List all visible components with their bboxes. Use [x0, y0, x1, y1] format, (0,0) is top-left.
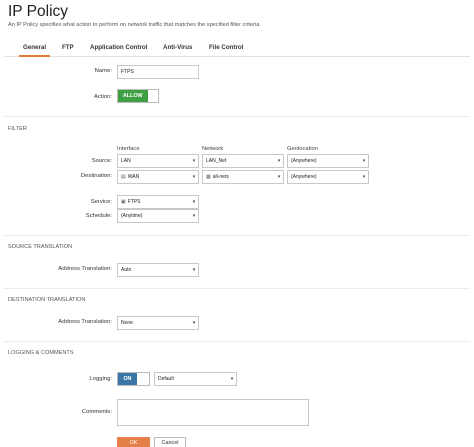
chevron-down-icon: ▾ [192, 320, 196, 326]
column-interface: Interface [117, 146, 140, 152]
chevron-down-icon: ▾ [192, 174, 196, 180]
tab-application-control[interactable]: Application Control [90, 44, 147, 51]
destination-network-select[interactable]: ▦ all-nets ▾ [202, 170, 284, 184]
service-label: Service: [90, 199, 112, 205]
name-label: Name: [94, 68, 112, 74]
destination-translation-divider [4, 288, 470, 289]
filter-divider [4, 116, 470, 117]
destination-geolocation-value: (Anywhere) [291, 174, 317, 180]
chevron-down-icon: ▾ [277, 158, 281, 164]
chevron-down-icon: ▾ [192, 199, 196, 205]
active-tab-indicator [19, 55, 50, 57]
logging-label: Logging: [89, 376, 112, 382]
service-icon: ▣ [121, 199, 126, 205]
tab-ftp[interactable]: FTP [62, 44, 74, 51]
source-address-translation-label: Address Translation: [58, 266, 112, 272]
destination-network-value: all-nets [212, 174, 229, 180]
destination-address-translation-value: None [121, 320, 133, 326]
source-geolocation-select[interactable]: (Anywhere) ▾ [287, 154, 369, 168]
logging-toggle[interactable]: ON [117, 372, 150, 386]
page-title: IP Policy [8, 3, 69, 20]
schedule-value: (Anytime) [121, 213, 143, 219]
logging-divider [4, 341, 470, 342]
destination-interface-value: WAN [127, 174, 140, 180]
schedule-select[interactable]: (Anytime) ▾ [117, 209, 199, 223]
filter-section-title: FILTER [8, 126, 27, 132]
destination-address-translation-label: Address Translation: [58, 319, 112, 325]
service-select[interactable]: ▣ FTPS ▾ [117, 195, 199, 209]
name-field[interactable]: FTPS [117, 65, 199, 79]
source-address-translation-value: Auto [121, 267, 132, 273]
ok-button[interactable]: OK [117, 437, 150, 447]
schedule-label: Schedule: [85, 213, 112, 219]
cancel-button[interactable]: Cancel [154, 437, 186, 447]
logging-severity-value: Default [158, 376, 174, 382]
chevron-down-icon: ▾ [362, 174, 366, 180]
action-toggle[interactable]: ALLOW [117, 89, 159, 103]
source-label: Source: [91, 158, 112, 164]
chevron-down-icon: ▾ [192, 158, 196, 164]
logging-section-title: LOGGING & COMMENTS [8, 350, 74, 356]
chevron-down-icon: ▾ [230, 376, 234, 382]
destination-interface-select[interactable]: ▤ WAN ▾ [117, 170, 199, 184]
action-toggle-knob [147, 90, 158, 102]
source-address-translation-select[interactable]: Auto ▾ [117, 263, 199, 277]
comments-textarea[interactable] [117, 399, 309, 426]
tab-file-control[interactable]: File Control [209, 44, 243, 51]
tab-anti-virus[interactable]: Anti-Virus [163, 44, 192, 51]
destination-translation-section-title: DESTINATION TRANSLATION [8, 297, 86, 303]
logging-severity-select[interactable]: Default ▾ [154, 372, 237, 386]
destination-label: Destination: [80, 173, 112, 179]
column-network: Network [202, 146, 224, 152]
chevron-down-icon: ▾ [192, 267, 196, 273]
chevron-down-icon: ▾ [277, 174, 281, 180]
source-interface-value: LAN [121, 158, 131, 164]
destination-address-translation-select[interactable]: None ▾ [117, 316, 199, 330]
action-label: Action: [93, 94, 112, 100]
interface-icon: ▤ [121, 174, 126, 180]
column-geolocation: Geolocation [287, 146, 318, 152]
source-network-value: LAN_Net [206, 158, 227, 164]
chevron-down-icon: ▾ [362, 158, 366, 164]
service-value: FTPS [127, 199, 141, 205]
tabs-divider [4, 56, 470, 57]
logging-toggle-knob [136, 373, 149, 385]
action-toggle-value: ALLOW [118, 90, 148, 102]
network-object-icon: ▦ [206, 174, 211, 180]
page-description: An IP Policy specifies what action to pe… [8, 22, 261, 28]
source-geolocation-value: (Anywhere) [291, 158, 317, 164]
source-translation-section-title: SOURCE TRANSLATION [8, 244, 73, 250]
source-network-select[interactable]: LAN_Net ▾ [202, 154, 284, 168]
comments-label: Comments: [81, 409, 112, 415]
chevron-down-icon: ▾ [192, 213, 196, 219]
tab-general[interactable]: General [23, 44, 46, 51]
source-translation-divider [4, 235, 470, 236]
logging-toggle-value: ON [118, 373, 137, 385]
destination-geolocation-select[interactable]: (Anywhere) ▾ [287, 170, 369, 184]
source-interface-select[interactable]: LAN ▾ [117, 154, 199, 168]
